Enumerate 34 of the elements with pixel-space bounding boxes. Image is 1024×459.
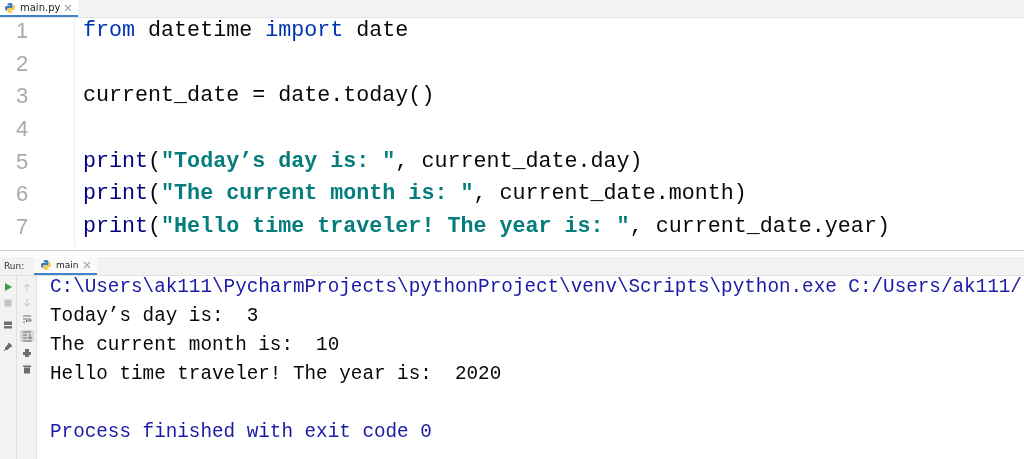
- line-number: 6: [16, 181, 29, 207]
- python-file-icon: [4, 1, 16, 14]
- python-file-icon: [40, 258, 52, 271]
- output-line: The current month is: 10: [50, 333, 340, 356]
- line-number: 3: [16, 83, 29, 109]
- wrap-icon[interactable]: [21, 313, 32, 324]
- stop-icon[interactable]: [3, 297, 13, 308]
- code-line: print("Today’s day is: ", current_date.day): [83, 148, 643, 174]
- line-number: 2: [16, 50, 29, 76]
- code-line: print("Hello time traveler! The year is: ", current_date.year): [83, 214, 890, 240]
- line-number: 4: [16, 116, 29, 142]
- output-line: Hello time traveler! The year is: 2020: [50, 362, 502, 385]
- trash-icon[interactable]: [21, 363, 32, 374]
- layout-icon[interactable]: [3, 319, 13, 330]
- code-line: print("The current month is: ", current_date.month): [83, 181, 747, 207]
- close-icon[interactable]: [82, 260, 91, 269]
- run-tab[interactable]: main: [34, 256, 97, 275]
- close-icon[interactable]: [64, 3, 73, 12]
- run-icon[interactable]: [3, 281, 13, 292]
- file-tab[interactable]: main.py: [0, 0, 79, 17]
- print-icon[interactable]: [21, 347, 32, 358]
- line-number: 5: [16, 148, 29, 174]
- code-line: from datetime import date: [83, 18, 409, 43]
- code-line: current_date = date.today(): [83, 83, 435, 109]
- up-arrow-icon[interactable]: [21, 281, 32, 292]
- line-number: 7: [16, 214, 29, 240]
- panel-label: Run:: [3, 260, 26, 271]
- output-line: Today’s day is: 3: [50, 304, 259, 327]
- line-number: 1: [16, 18, 29, 43]
- command-line: C:\Users\ak111\PycharmProjects\pythonProject\venv\Scripts\python.exe C:/Users/ak111/: [50, 275, 1022, 298]
- exit-message: Process finished with exit code 0: [50, 420, 432, 443]
- scroll-to-end-icon[interactable]: [19, 329, 34, 342]
- down-arrow-icon[interactable]: [21, 297, 32, 308]
- pin-icon[interactable]: [3, 341, 13, 352]
